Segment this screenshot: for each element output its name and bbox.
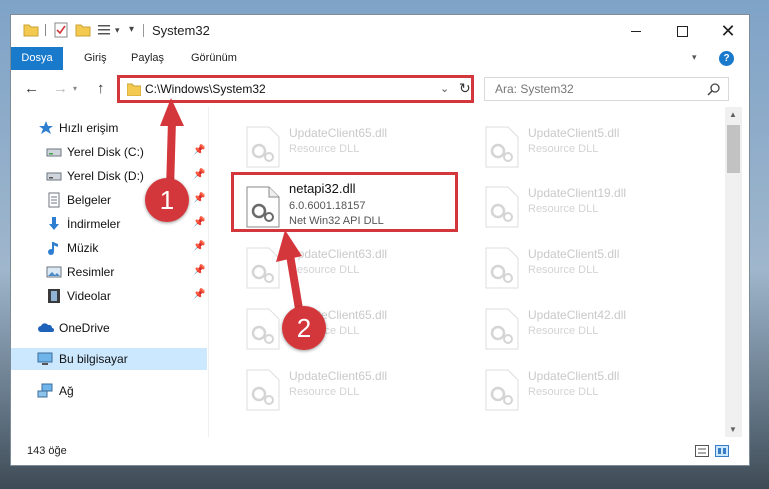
annotation-arrows — [160, 98, 304, 316]
step-2-badge: 2 — [282, 306, 326, 350]
arrow-2-head — [276, 230, 302, 262]
arrow-1-head — [160, 98, 184, 126]
step-1-badge: 1 — [145, 178, 189, 222]
